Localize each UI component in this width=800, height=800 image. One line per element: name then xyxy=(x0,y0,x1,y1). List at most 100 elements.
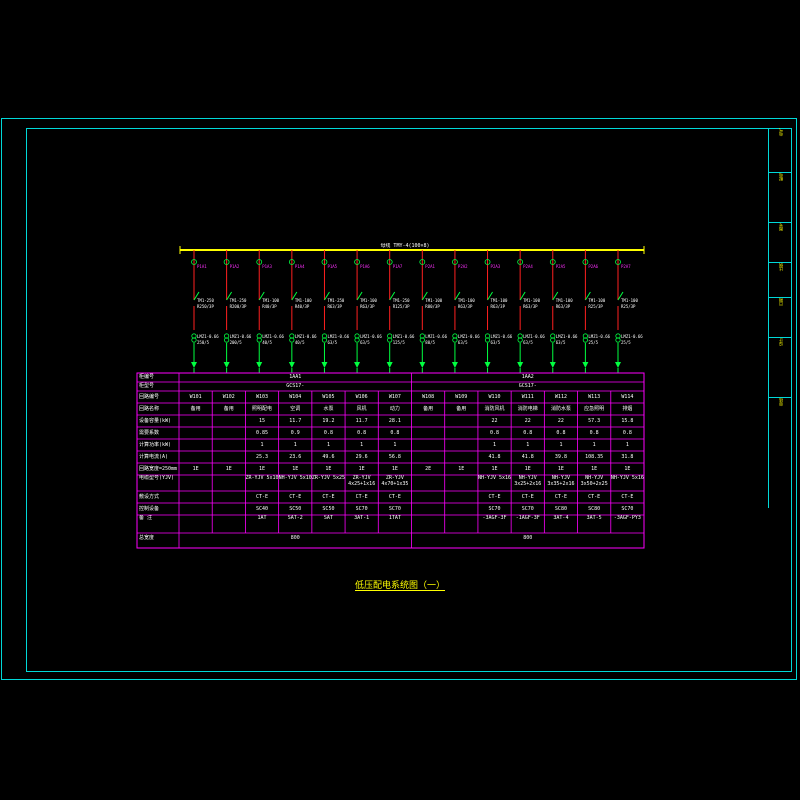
table-cell: 1E xyxy=(557,466,564,472)
table-cell: 0.8 xyxy=(589,430,599,436)
table-cell: -1AGF-3F xyxy=(515,515,540,521)
table-cell: NH-YJV 5x10 xyxy=(278,475,312,481)
table-cell: 25.3 xyxy=(256,454,269,460)
breaker-rating-label: R63/3P xyxy=(523,304,538,309)
table-cell: -3AGF-PY3 xyxy=(613,515,641,521)
table-cell: W111 xyxy=(521,394,534,400)
table-row-label: 回路宽度=250mm xyxy=(139,466,178,472)
table-cell: 1E xyxy=(358,466,365,472)
table-row-label: 总宽度 xyxy=(139,535,155,541)
ct-ratio-label: 25/5 xyxy=(621,340,631,345)
breaker-rating-label: R25/3P xyxy=(621,304,636,309)
table-cell: 28.1 xyxy=(388,418,401,424)
cable-arrow-icon xyxy=(288,362,295,368)
table-cell: 22 xyxy=(557,418,564,424)
breaker-rating-label: R40/3P xyxy=(294,304,310,309)
table-cell: 备用 xyxy=(423,406,434,412)
table-cell: ZR-YJV 4x25+1x16 xyxy=(348,475,376,487)
table-cell: 0.8 xyxy=(323,430,333,436)
table-cell: CT-E xyxy=(521,494,534,500)
table-cell: CT-E xyxy=(588,494,601,500)
table-cell: 49.6 xyxy=(322,454,335,460)
table-cell: 备用 xyxy=(223,406,234,412)
table-cell: 22 xyxy=(524,418,531,424)
cable-arrow-icon xyxy=(256,362,263,368)
cable-arrow-icon xyxy=(191,362,197,368)
feeder-id-label: P2A2 xyxy=(457,264,468,269)
table-cell: SC80 xyxy=(588,506,601,512)
table-cell: ZR-YJV 4x70+1x35 xyxy=(381,475,409,487)
feeder-id-label: P2A6 xyxy=(588,264,599,269)
table-cell: W107 xyxy=(388,394,401,400)
table-cell: W104 xyxy=(289,394,302,400)
feeder-id-label: P1A5 xyxy=(327,264,338,269)
cable-arrow-icon xyxy=(451,362,458,368)
breaker-rating-label: R40/3P xyxy=(262,304,277,309)
table-cell: W114 xyxy=(621,394,634,400)
table-cell xyxy=(212,427,245,439)
table-cell: 15 xyxy=(259,418,266,424)
table-cell: SC80 xyxy=(554,506,567,512)
table-cell: CT-E xyxy=(388,494,401,500)
cable-arrow-icon xyxy=(419,362,426,368)
feeder-id-label: P1A4 xyxy=(294,264,305,269)
feeder-id-label: P1A6 xyxy=(360,264,370,269)
table-cell xyxy=(179,515,212,533)
breaker-rating-label: R63/3P xyxy=(555,304,571,309)
table-cell xyxy=(445,515,478,533)
table-cell xyxy=(212,475,245,491)
table-cell: SC70 xyxy=(521,506,534,512)
ct-ratio-label: 80/5 xyxy=(425,340,435,345)
ct-ratio-label: 63/5 xyxy=(490,340,501,345)
table-cell: CT-E xyxy=(355,494,368,500)
cable-arrow-icon xyxy=(615,362,621,368)
cable-arrow-icon xyxy=(321,362,328,368)
breaker-model-label: TM1-100 xyxy=(490,298,508,303)
table-cell: 1 xyxy=(526,442,530,448)
breaker-rating-label: R80/3P xyxy=(425,304,440,309)
table-cell: 应急照明 xyxy=(584,406,605,412)
breaker-rating-label: R63/3P xyxy=(360,304,375,309)
table-cell xyxy=(445,503,478,515)
table-cell: W102 xyxy=(222,394,235,400)
table-cell xyxy=(412,415,445,427)
bus-label: 母线 TMY-4(100×8) xyxy=(380,243,430,249)
table-cell xyxy=(179,415,212,427)
table-cell: ZR-YJV 5x10 xyxy=(245,475,279,481)
table-cell xyxy=(212,451,245,463)
breaker-model-label: TM1-100 xyxy=(523,298,540,303)
table-cell: 41.8 xyxy=(488,454,501,460)
breaker-model-label: TM1-250 xyxy=(197,298,214,303)
ct-model-label: LMZ1-0.66 xyxy=(294,334,317,339)
cable-arrow-icon xyxy=(582,362,589,368)
table-cell: SC50 xyxy=(289,506,302,512)
table-cell: 照明配电 xyxy=(252,406,273,412)
table-row-label: 电缆型号(YJV) xyxy=(139,475,175,481)
feeder-id-label: P1A3 xyxy=(262,264,272,269)
ct-model-label: LMZ1-0.66 xyxy=(457,334,480,339)
table-cell: CT-E xyxy=(322,494,335,500)
table-cell: NH-YJV 5x16 xyxy=(477,475,512,481)
table-cell: CT-E xyxy=(621,494,634,500)
table-cell: 动力 xyxy=(389,406,400,412)
table-cell: NH-YJV 3x25+2x16 xyxy=(514,475,542,487)
table-row-label: 需要系数 xyxy=(139,430,160,436)
cable-arrow-icon xyxy=(517,362,524,368)
table-cell: 0.8 xyxy=(390,430,400,436)
ct-model-label: LMZ1-0.66 xyxy=(197,334,219,339)
breaker-model-label: TM1-250 xyxy=(327,298,345,303)
table-cell: 41.8 xyxy=(521,454,534,460)
table-cell: 0.8 xyxy=(622,430,632,436)
feeder-id-label: P2A5 xyxy=(555,264,566,269)
table-cell: CT-E xyxy=(256,494,269,500)
table-row-label: 计算功率(kW) xyxy=(139,442,172,448)
table-cell: SC70 xyxy=(621,506,634,512)
table-cell xyxy=(179,439,212,451)
table-cell xyxy=(212,515,245,533)
breaker-rating-label: R200/3P xyxy=(229,304,247,309)
breaker-rating-label: R63/3P xyxy=(457,304,473,309)
table-cell: SC40 xyxy=(256,506,269,512)
table-cell: 风机 xyxy=(356,406,367,412)
ct-ratio-label: 63/5 xyxy=(360,340,370,345)
table-cell: 1AT xyxy=(257,515,267,521)
